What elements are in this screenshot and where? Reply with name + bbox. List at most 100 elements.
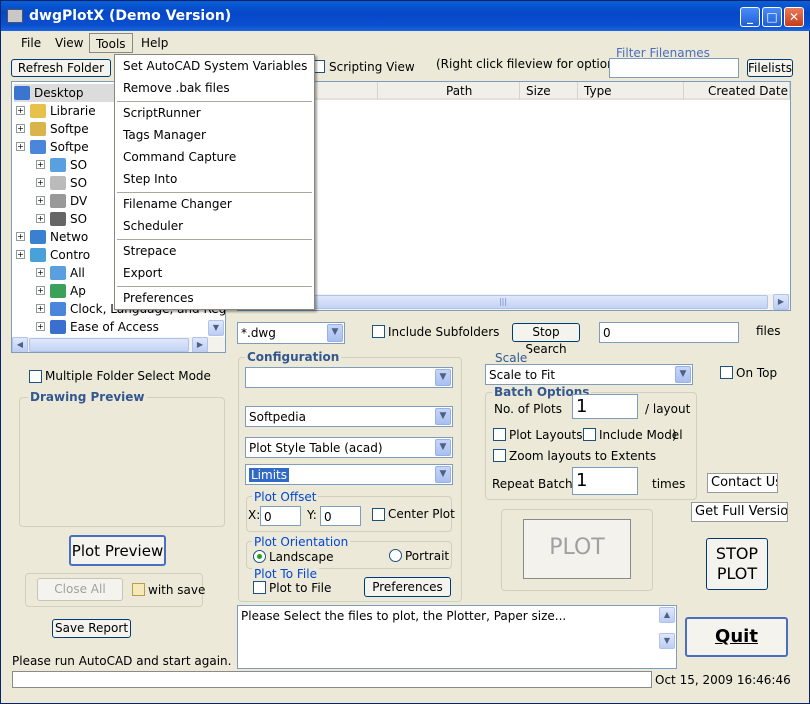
expand-icon[interactable]: + — [36, 322, 45, 331]
configuration-select[interactable]: ▼ — [245, 367, 453, 388]
menu-help[interactable]: Help — [135, 33, 174, 53]
expand-icon[interactable]: + — [16, 106, 25, 115]
menu-item-set-autocad-vars[interactable]: Set AutoCAD System Variables — [115, 55, 314, 77]
printer-select[interactable]: Softpedia ▼ — [245, 406, 453, 427]
chevron-down-icon[interactable]: ▼ — [435, 408, 451, 425]
landscape-label: Landscape — [269, 550, 334, 564]
col-path-header[interactable]: Path — [378, 82, 520, 100]
maximize-button[interactable]: □ — [762, 7, 782, 27]
portrait-radio[interactable] — [389, 549, 402, 562]
plot-style-select[interactable]: Plot Style Table (acad) ▼ — [245, 437, 453, 458]
expand-icon[interactable]: + — [36, 178, 45, 187]
messages-scroll-up-arrow[interactable]: ▲ — [659, 607, 675, 623]
col-type-header[interactable]: Type — [578, 82, 684, 100]
include-model-checkbox[interactable] — [583, 428, 596, 441]
close-button[interactable]: ✕ — [784, 7, 804, 27]
scale-select[interactable]: Scale to Fit ▼ — [485, 364, 693, 385]
expand-icon[interactable]: + — [16, 142, 25, 151]
offset-x-input[interactable]: 0 — [260, 506, 301, 526]
chevron-down-icon[interactable]: ▼ — [675, 366, 691, 383]
scroll-right-arrow[interactable]: ▶ — [192, 337, 208, 352]
menu-item-strepace[interactable]: Strepace — [115, 240, 314, 262]
scale-label: Scale — [493, 351, 530, 365]
menu-view[interactable]: View — [49, 33, 89, 53]
include-subfolders-label: Include Subfolders — [388, 325, 500, 339]
stop-plot-line1: STOP — [715, 544, 759, 563]
filelist-scroll-thumb[interactable]: ||| — [238, 295, 768, 309]
on-top-checkbox[interactable] — [720, 366, 733, 379]
stop-plot-button[interactable]: STOP PLOT — [706, 538, 768, 590]
zoom-extents-checkbox[interactable] — [493, 449, 506, 462]
tree-item-label: Softpe — [50, 122, 89, 136]
quit-button[interactable]: Quit — [685, 617, 788, 657]
expand-icon[interactable]: + — [36, 160, 45, 169]
menu-item-scheduler[interactable]: Scheduler — [115, 215, 314, 237]
menu-item-step-into[interactable]: Step Into — [115, 168, 314, 190]
tree-item-label: Desktop — [34, 86, 84, 100]
menu-item-export[interactable]: Export — [115, 262, 314, 284]
tree-hscrollbar[interactable]: ◀ ▶ — [12, 337, 225, 352]
get-full-version-button[interactable]: Get Full Version — [691, 502, 788, 522]
scroll-left-arrow[interactable]: ◀ — [12, 337, 28, 352]
expand-icon[interactable]: + — [36, 214, 45, 223]
app-window: dwgPlotX (Demo Version) _ □ ✕ File View … — [0, 0, 810, 704]
extension-select[interactable]: *.dwg ▼ — [237, 322, 345, 344]
col-size-header[interactable]: Size — [520, 82, 578, 100]
filter-filenames-input[interactable] — [609, 58, 739, 78]
expand-icon[interactable]: + — [36, 304, 45, 313]
tree-scroll-thumb[interactable] — [29, 338, 189, 352]
close-paren-label: ) — [672, 428, 677, 442]
menu-item-command-capture[interactable]: Command Capture — [115, 146, 314, 168]
expand-icon[interactable]: + — [36, 286, 45, 295]
expand-icon[interactable]: + — [16, 232, 25, 241]
multiple-folder-checkbox[interactable] — [29, 370, 42, 383]
menu-item-remove-bak[interactable]: Remove .bak files — [115, 77, 314, 99]
filelists-button[interactable]: Filelists — [747, 59, 793, 77]
landscape-radio[interactable] — [253, 550, 266, 563]
tree-dropdown-arrow[interactable]: ▼ — [208, 320, 224, 336]
plot-to-file-checkbox[interactable] — [253, 581, 266, 594]
preferences-button[interactable]: Preferences — [364, 577, 451, 597]
expand-icon[interactable]: + — [16, 250, 25, 259]
chevron-down-icon[interactable]: ▼ — [435, 439, 451, 456]
menu-item-filename-changer[interactable]: Filename Changer — [115, 193, 314, 215]
include-subfolders-checkbox[interactable] — [372, 325, 385, 338]
save-report-button[interactable]: Save Report — [52, 619, 131, 638]
center-plot-checkbox[interactable] — [372, 508, 385, 521]
plot-layouts-checkbox[interactable] — [493, 428, 506, 441]
file-list[interactable]: e Path Size Type Created Date ||| ▶ — [237, 81, 791, 311]
chevron-down-icon[interactable]: ▼ — [435, 369, 451, 386]
plot-button[interactable]: PLOT — [523, 519, 631, 579]
with-save-checkbox[interactable] — [132, 583, 145, 596]
files-label: files — [756, 324, 781, 338]
stop-search-button[interactable]: Stop Search — [512, 323, 580, 356]
expand-icon[interactable]: + — [16, 124, 25, 133]
zoom-extents-label: Zoom layouts to Extents — [509, 449, 657, 463]
expand-icon[interactable]: + — [36, 268, 45, 277]
repeat-batch-input[interactable]: 1 — [572, 467, 638, 495]
filelist-hscrollbar[interactable]: ||| ▶ — [238, 294, 790, 310]
messages-scroll-down-arrow[interactable]: ▼ — [659, 633, 675, 649]
scroll-right-arrow[interactable]: ▶ — [773, 294, 789, 310]
menu-item-preferences[interactable]: Preferences — [115, 287, 314, 309]
chevron-down-icon[interactable]: ▼ — [327, 324, 343, 342]
app-icon — [7, 9, 23, 23]
minimize-button[interactable]: _ — [740, 7, 760, 27]
title-bar[interactable]: dwgPlotX (Demo Version) _ □ ✕ — [1, 1, 810, 31]
tree-item[interactable]: + Ease of Access — [12, 318, 212, 336]
col-created-header[interactable]: Created Date — [684, 82, 790, 100]
contact-us-button[interactable]: Contact Us — [707, 473, 778, 493]
menu-item-scriptrunner[interactable]: ScriptRunner — [115, 102, 314, 124]
chevron-down-icon[interactable]: ▼ — [435, 466, 451, 483]
no-of-plots-input[interactable]: 1 — [572, 394, 638, 419]
configuration-label: Configuration — [245, 350, 342, 364]
menu-item-tags-manager[interactable]: Tags Manager — [115, 124, 314, 146]
plot-preview-button[interactable]: Plot Preview — [69, 535, 166, 566]
close-all-button[interactable]: Close All — [37, 578, 123, 601]
menu-file[interactable]: File — [15, 33, 47, 53]
refresh-folder-button[interactable]: Refresh Folder — [11, 59, 111, 77]
menu-tools[interactable]: Tools — [89, 33, 133, 53]
expand-icon[interactable]: + — [36, 196, 45, 205]
offset-y-input[interactable]: 0 — [320, 506, 361, 526]
plot-area-select[interactable]: Limits ▼ — [245, 464, 453, 485]
